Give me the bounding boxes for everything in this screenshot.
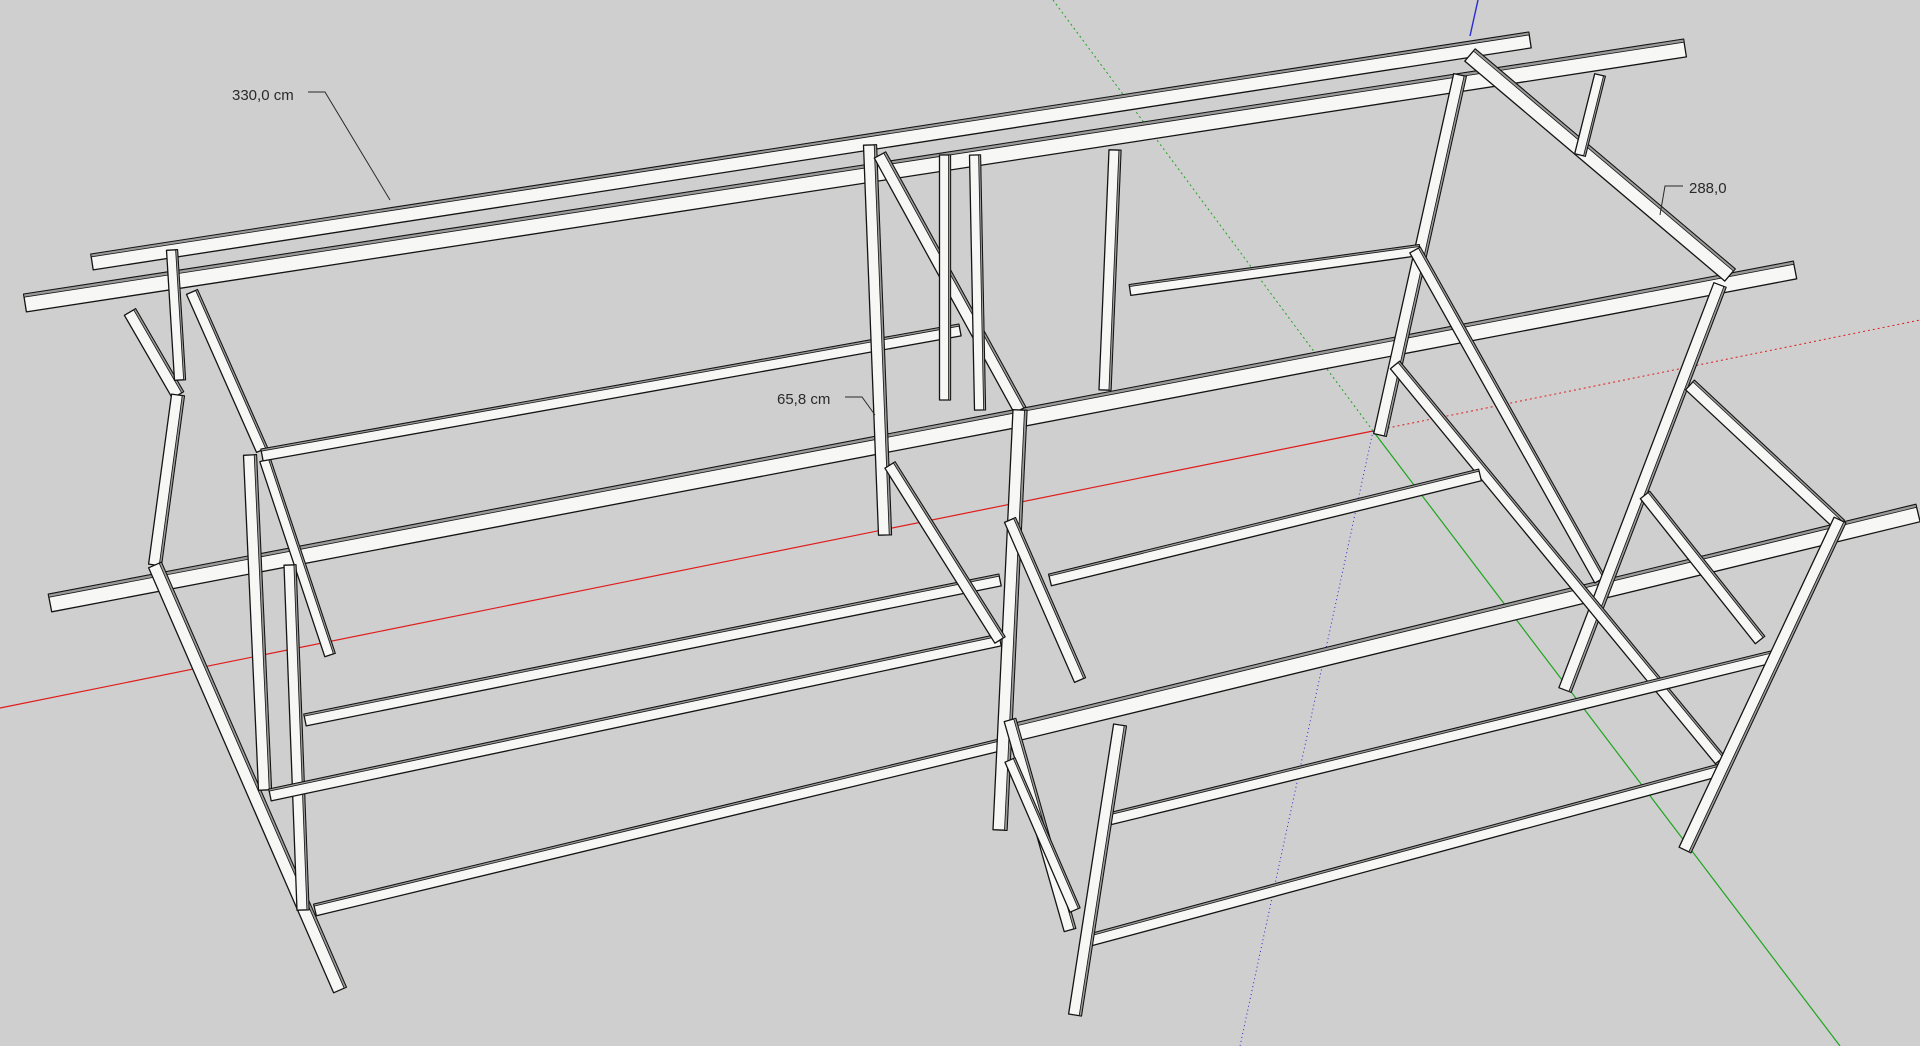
center-right-post[interactable] xyxy=(1098,149,1122,391)
left-shelf-mid[interactable] xyxy=(303,573,1002,727)
left-upright[interactable] xyxy=(147,393,186,567)
center-bottom-brace[interactable] xyxy=(1004,757,1081,913)
right-short-post[interactable] xyxy=(1574,73,1606,157)
mid-rail-front[interactable] xyxy=(47,260,1798,613)
right-shelf-bottom[interactable] xyxy=(1087,763,1723,947)
modeling-viewport[interactable]: 330,0 cm 288,0 65,8 cm xyxy=(0,0,1920,1046)
right-shelf-low[interactable] xyxy=(1102,648,1783,827)
center-front-leg[interactable] xyxy=(1067,723,1128,1017)
right-rail-front[interactable] xyxy=(1009,503,1920,743)
top-rail-back[interactable] xyxy=(90,31,1532,271)
right-shelf-top[interactable] xyxy=(1128,243,1422,297)
dimension-height-label[interactable]: 65,8 cm xyxy=(777,392,830,407)
dimension-width-label[interactable]: 288,0 xyxy=(1689,181,1727,196)
frame-model[interactable] xyxy=(22,31,1920,1017)
left-front-post[interactable] xyxy=(242,454,273,791)
center-post-b[interactable] xyxy=(968,154,987,411)
model-scene[interactable] xyxy=(0,0,1920,1046)
blue-axis-solid xyxy=(1469,0,1479,37)
center-diagonal-mid[interactable] xyxy=(884,461,1006,644)
leader-height xyxy=(845,396,876,416)
left-inner-diagonal[interactable] xyxy=(185,288,269,454)
right-post-mid[interactable] xyxy=(1558,282,1727,693)
dimension-length-label[interactable]: 330,0 cm xyxy=(232,88,294,103)
right-shelf-mid[interactable] xyxy=(1047,468,1483,587)
center-post-a[interactable] xyxy=(938,154,952,401)
leader-length xyxy=(308,91,391,201)
right-brace[interactable] xyxy=(1684,379,1846,531)
